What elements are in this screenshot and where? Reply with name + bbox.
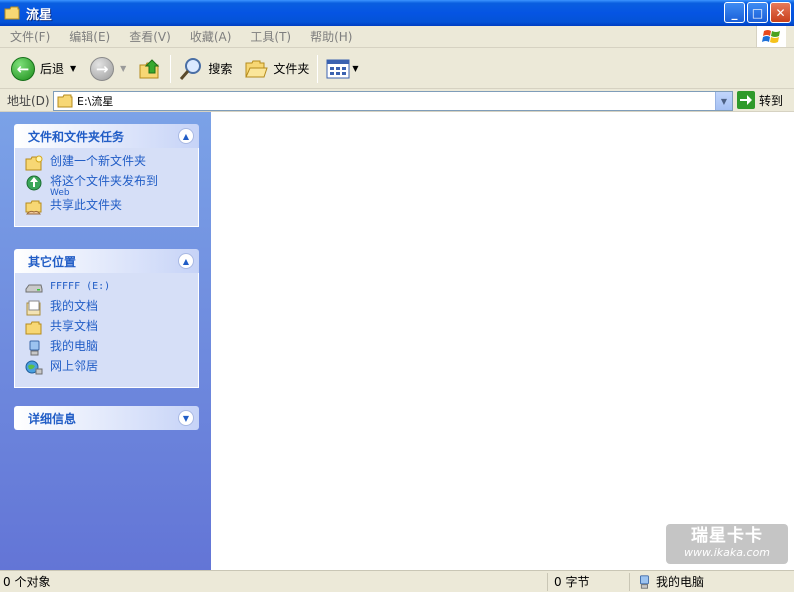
search-button[interactable]: 搜索 bbox=[176, 53, 235, 85]
task-pane: 文件和文件夹任务 ▲ 创建一个新文件夹 将这个文件夹发布到 Web 共享此文件夹… bbox=[0, 112, 211, 570]
folder-up-icon bbox=[139, 58, 160, 78]
watermark-logo: 瑞星卡卡 www.ikaka.com bbox=[666, 524, 788, 564]
status-size: 0 字节 bbox=[548, 572, 630, 591]
menu-edit[interactable]: 编辑(E) bbox=[59, 28, 119, 45]
menu-file[interactable]: 文件(F) bbox=[0, 28, 59, 45]
other-places-title: 其它位置 bbox=[28, 254, 77, 269]
forward-arrow-icon: → bbox=[90, 56, 115, 81]
other-places-header[interactable]: 其它位置 ▲ bbox=[14, 249, 199, 273]
go-arrow-icon bbox=[737, 91, 755, 109]
file-list-area[interactable]: 瑞星卡卡 www.ikaka.com bbox=[211, 112, 794, 570]
other-places-panel: 其它位置 ▲ FFFFF (E:) 我的文档 共享文档 我的电脑 网上邻居 bbox=[14, 249, 199, 388]
drive-icon bbox=[25, 284, 43, 293]
task-publish-web[interactable]: 将这个文件夹发布到 Web bbox=[25, 174, 198, 198]
address-input[interactable]: E:\流星 ▼ bbox=[53, 91, 733, 111]
details-panel: 详细信息 ▼ bbox=[14, 406, 199, 430]
status-location: 我的电脑 bbox=[630, 573, 704, 591]
close-button[interactable]: ✕ bbox=[770, 2, 791, 23]
my-computer-icon bbox=[640, 574, 649, 589]
place-network[interactable]: 网上邻居 bbox=[25, 359, 198, 379]
windows-logo-icon bbox=[756, 26, 786, 47]
address-value: E:\流星 bbox=[77, 95, 114, 108]
place-my-documents[interactable]: 我的文档 bbox=[25, 299, 198, 319]
collapse-icon[interactable]: ▲ bbox=[178, 128, 194, 144]
folders-icon bbox=[245, 60, 269, 77]
back-button[interactable]: ← 后退 ▼ bbox=[8, 53, 79, 85]
address-label: 地址(D) bbox=[7, 94, 50, 108]
chevron-down-icon[interactable]: ▼ bbox=[120, 64, 126, 73]
minimize-button[interactable]: _ bbox=[724, 2, 745, 23]
up-button[interactable] bbox=[135, 53, 165, 85]
chevron-down-icon[interactable]: ▼ bbox=[715, 92, 732, 110]
file-tasks-panel: 文件和文件夹任务 ▲ 创建一个新文件夹 将这个文件夹发布到 Web 共享此文件夹 bbox=[14, 124, 199, 227]
chevron-down-icon[interactable]: ▼ bbox=[70, 64, 76, 73]
chevron-down-icon[interactable]: ▼ bbox=[352, 64, 358, 73]
collapse-icon[interactable]: ▲ bbox=[178, 253, 194, 269]
share-folder-icon bbox=[25, 200, 42, 215]
views-button[interactable]: ▼ bbox=[323, 53, 361, 85]
my-computer-icon bbox=[29, 340, 40, 356]
folders-button[interactable]: 文件夹 bbox=[241, 53, 312, 85]
title-bar[interactable]: 流星 _ □ ✕ bbox=[0, 0, 794, 26]
back-arrow-icon: ← bbox=[11, 56, 35, 81]
place-drive-e[interactable]: FFFFF (E:) bbox=[25, 279, 198, 299]
address-bar: 地址(D) E:\流星 ▼ 转到 bbox=[0, 90, 794, 112]
folder-icon bbox=[4, 6, 20, 20]
go-label: 转到 bbox=[759, 93, 784, 108]
new-folder-icon bbox=[25, 155, 43, 171]
menu-help[interactable]: 帮助(H) bbox=[300, 28, 361, 45]
place-my-computer[interactable]: 我的电脑 bbox=[25, 339, 198, 359]
views-icon bbox=[326, 59, 350, 78]
search-label: 搜索 bbox=[208, 62, 233, 76]
folder-icon bbox=[57, 94, 73, 108]
file-tasks-title: 文件和文件夹任务 bbox=[28, 129, 125, 144]
search-icon bbox=[180, 57, 202, 80]
network-places-icon bbox=[25, 360, 43, 375]
go-button[interactable]: 转到 bbox=[737, 91, 783, 109]
forward-button[interactable]: → ▼ bbox=[87, 53, 129, 85]
status-bar: 0 个对象 0 字节 我的电脑 bbox=[0, 570, 794, 592]
expand-icon[interactable]: ▼ bbox=[178, 410, 194, 426]
maximize-button[interactable]: □ bbox=[747, 2, 768, 23]
publish-web-icon bbox=[26, 175, 42, 191]
folders-label: 文件夹 bbox=[273, 62, 310, 76]
my-documents-icon bbox=[26, 300, 41, 316]
toolbar-divider bbox=[317, 54, 319, 83]
task-share-folder[interactable]: 共享此文件夹 bbox=[25, 198, 198, 218]
window-title: 流星 bbox=[26, 7, 53, 23]
shared-documents-icon bbox=[25, 321, 42, 335]
details-header[interactable]: 详细信息 ▼ bbox=[14, 406, 199, 430]
menu-bar: 文件(F) 编辑(E) 查看(V) 收藏(A) 工具(T) 帮助(H) bbox=[0, 26, 794, 48]
toolbar-divider bbox=[170, 54, 172, 83]
place-shared-documents[interactable]: 共享文档 bbox=[25, 319, 198, 339]
status-objects: 0 个对象 bbox=[0, 572, 548, 591]
menu-tools[interactable]: 工具(T) bbox=[240, 28, 300, 45]
details-title: 详细信息 bbox=[28, 411, 77, 426]
toolbar: ← 后退 ▼ → ▼ 搜索 文件夹 ▼ bbox=[0, 49, 794, 89]
task-new-folder[interactable]: 创建一个新文件夹 bbox=[25, 154, 198, 174]
back-label: 后退 bbox=[40, 62, 65, 76]
menu-favorites[interactable]: 收藏(A) bbox=[180, 28, 241, 45]
file-tasks-header[interactable]: 文件和文件夹任务 ▲ bbox=[14, 124, 199, 148]
menu-view[interactable]: 查看(V) bbox=[119, 28, 180, 45]
